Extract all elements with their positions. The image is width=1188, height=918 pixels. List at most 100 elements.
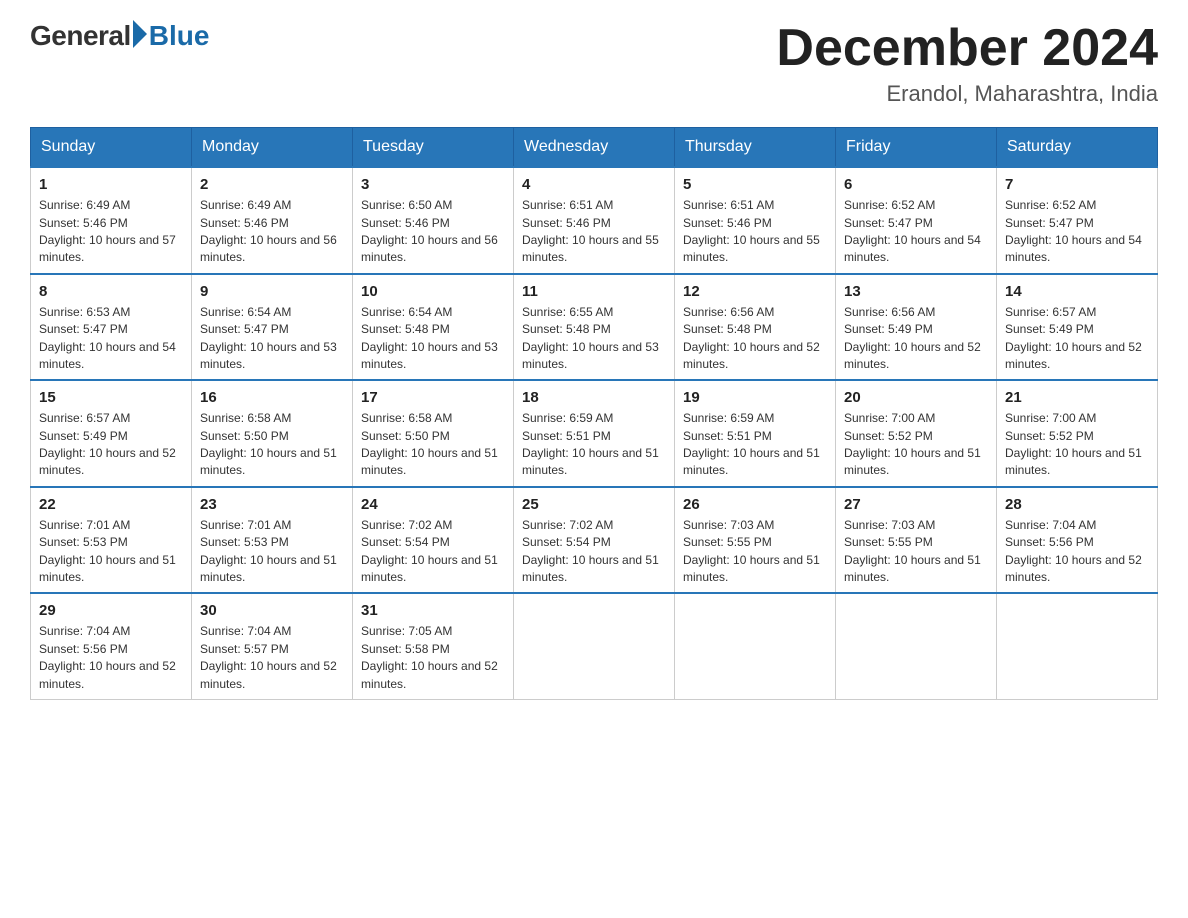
day-info: Sunrise: 6:49 AMSunset: 5:46 PMDaylight:… <box>39 197 183 267</box>
calendar-cell <box>997 593 1158 699</box>
calendar-cell: 22 Sunrise: 7:01 AMSunset: 5:53 PMDaylig… <box>31 487 192 594</box>
day-number: 3 <box>361 174 505 195</box>
day-info: Sunrise: 7:04 AMSunset: 5:56 PMDaylight:… <box>1005 517 1149 587</box>
day-number: 17 <box>361 387 505 408</box>
day-info: Sunrise: 6:50 AMSunset: 5:46 PMDaylight:… <box>361 197 505 267</box>
calendar-cell: 6 Sunrise: 6:52 AMSunset: 5:47 PMDayligh… <box>836 167 997 274</box>
day-info: Sunrise: 7:04 AMSunset: 5:56 PMDaylight:… <box>39 623 183 693</box>
calendar-cell <box>836 593 997 699</box>
day-number: 14 <box>1005 281 1149 302</box>
calendar-cell: 19 Sunrise: 6:59 AMSunset: 5:51 PMDaylig… <box>675 380 836 487</box>
day-number: 9 <box>200 281 344 302</box>
day-info: Sunrise: 7:04 AMSunset: 5:57 PMDaylight:… <box>200 623 344 693</box>
calendar-cell: 11 Sunrise: 6:55 AMSunset: 5:48 PMDaylig… <box>514 274 675 381</box>
calendar-cell: 17 Sunrise: 6:58 AMSunset: 5:50 PMDaylig… <box>353 380 514 487</box>
week-row-3: 15 Sunrise: 6:57 AMSunset: 5:49 PMDaylig… <box>31 380 1158 487</box>
day-number: 2 <box>200 174 344 195</box>
day-info: Sunrise: 6:59 AMSunset: 5:51 PMDaylight:… <box>522 410 666 480</box>
day-info: Sunrise: 7:00 AMSunset: 5:52 PMDaylight:… <box>1005 410 1149 480</box>
day-number: 16 <box>200 387 344 408</box>
day-info: Sunrise: 6:51 AMSunset: 5:46 PMDaylight:… <box>683 197 827 267</box>
calendar-cell: 7 Sunrise: 6:52 AMSunset: 5:47 PMDayligh… <box>997 167 1158 274</box>
day-number: 27 <box>844 494 988 515</box>
logo-general-text: General <box>30 20 131 52</box>
calendar-cell <box>514 593 675 699</box>
day-info: Sunrise: 6:57 AMSunset: 5:49 PMDaylight:… <box>39 410 183 480</box>
day-number: 8 <box>39 281 183 302</box>
week-row-5: 29 Sunrise: 7:04 AMSunset: 5:56 PMDaylig… <box>31 593 1158 699</box>
calendar-cell: 21 Sunrise: 7:00 AMSunset: 5:52 PMDaylig… <box>997 380 1158 487</box>
day-info: Sunrise: 7:02 AMSunset: 5:54 PMDaylight:… <box>522 517 666 587</box>
calendar-cell: 10 Sunrise: 6:54 AMSunset: 5:48 PMDaylig… <box>353 274 514 381</box>
calendar-cell: 31 Sunrise: 7:05 AMSunset: 5:58 PMDaylig… <box>353 593 514 699</box>
day-number: 19 <box>683 387 827 408</box>
title-section: December 2024 Erandol, Maharashtra, Indi… <box>776 20 1158 107</box>
calendar-cell: 1 Sunrise: 6:49 AMSunset: 5:46 PMDayligh… <box>31 167 192 274</box>
day-number: 11 <box>522 281 666 302</box>
day-info: Sunrise: 6:58 AMSunset: 5:50 PMDaylight:… <box>200 410 344 480</box>
weekday-header-saturday: Saturday <box>997 128 1158 168</box>
calendar-cell: 23 Sunrise: 7:01 AMSunset: 5:53 PMDaylig… <box>192 487 353 594</box>
day-number: 24 <box>361 494 505 515</box>
day-info: Sunrise: 6:57 AMSunset: 5:49 PMDaylight:… <box>1005 304 1149 374</box>
day-number: 29 <box>39 600 183 621</box>
calendar-cell: 3 Sunrise: 6:50 AMSunset: 5:46 PMDayligh… <box>353 167 514 274</box>
calendar-cell: 28 Sunrise: 7:04 AMSunset: 5:56 PMDaylig… <box>997 487 1158 594</box>
calendar-cell: 18 Sunrise: 6:59 AMSunset: 5:51 PMDaylig… <box>514 380 675 487</box>
day-info: Sunrise: 7:03 AMSunset: 5:55 PMDaylight:… <box>683 517 827 587</box>
calendar-cell: 29 Sunrise: 7:04 AMSunset: 5:56 PMDaylig… <box>31 593 192 699</box>
location-subtitle: Erandol, Maharashtra, India <box>776 81 1158 107</box>
day-number: 7 <box>1005 174 1149 195</box>
calendar-cell: 15 Sunrise: 6:57 AMSunset: 5:49 PMDaylig… <box>31 380 192 487</box>
day-number: 10 <box>361 281 505 302</box>
day-info: Sunrise: 7:02 AMSunset: 5:54 PMDaylight:… <box>361 517 505 587</box>
day-number: 30 <box>200 600 344 621</box>
day-number: 4 <box>522 174 666 195</box>
day-info: Sunrise: 6:56 AMSunset: 5:48 PMDaylight:… <box>683 304 827 374</box>
logo-arrow-icon <box>133 20 147 48</box>
day-info: Sunrise: 6:54 AMSunset: 5:48 PMDaylight:… <box>361 304 505 374</box>
logo-blue-text: Blue <box>149 20 210 52</box>
day-number: 13 <box>844 281 988 302</box>
day-info: Sunrise: 7:03 AMSunset: 5:55 PMDaylight:… <box>844 517 988 587</box>
weekday-header-monday: Monday <box>192 128 353 168</box>
day-info: Sunrise: 7:01 AMSunset: 5:53 PMDaylight:… <box>39 517 183 587</box>
week-row-2: 8 Sunrise: 6:53 AMSunset: 5:47 PMDayligh… <box>31 274 1158 381</box>
calendar-cell: 25 Sunrise: 7:02 AMSunset: 5:54 PMDaylig… <box>514 487 675 594</box>
day-info: Sunrise: 6:49 AMSunset: 5:46 PMDaylight:… <box>200 197 344 267</box>
calendar-cell: 14 Sunrise: 6:57 AMSunset: 5:49 PMDaylig… <box>997 274 1158 381</box>
day-info: Sunrise: 6:55 AMSunset: 5:48 PMDaylight:… <box>522 304 666 374</box>
day-info: Sunrise: 6:54 AMSunset: 5:47 PMDaylight:… <box>200 304 344 374</box>
calendar-table: SundayMondayTuesdayWednesdayThursdayFrid… <box>30 127 1158 700</box>
week-row-4: 22 Sunrise: 7:01 AMSunset: 5:53 PMDaylig… <box>31 487 1158 594</box>
day-number: 22 <box>39 494 183 515</box>
day-info: Sunrise: 6:52 AMSunset: 5:47 PMDaylight:… <box>1005 197 1149 267</box>
weekday-header-sunday: Sunday <box>31 128 192 168</box>
month-title: December 2024 <box>776 20 1158 77</box>
day-info: Sunrise: 7:01 AMSunset: 5:53 PMDaylight:… <box>200 517 344 587</box>
day-number: 26 <box>683 494 827 515</box>
page-header: General Blue December 2024 Erandol, Maha… <box>30 20 1158 107</box>
weekday-header-thursday: Thursday <box>675 128 836 168</box>
calendar-cell: 30 Sunrise: 7:04 AMSunset: 5:57 PMDaylig… <box>192 593 353 699</box>
weekday-header-friday: Friday <box>836 128 997 168</box>
day-info: Sunrise: 6:59 AMSunset: 5:51 PMDaylight:… <box>683 410 827 480</box>
day-number: 18 <box>522 387 666 408</box>
logo: General Blue <box>30 20 209 52</box>
day-number: 5 <box>683 174 827 195</box>
calendar-cell: 24 Sunrise: 7:02 AMSunset: 5:54 PMDaylig… <box>353 487 514 594</box>
calendar-cell: 12 Sunrise: 6:56 AMSunset: 5:48 PMDaylig… <box>675 274 836 381</box>
day-info: Sunrise: 6:56 AMSunset: 5:49 PMDaylight:… <box>844 304 988 374</box>
day-number: 6 <box>844 174 988 195</box>
calendar-cell: 9 Sunrise: 6:54 AMSunset: 5:47 PMDayligh… <box>192 274 353 381</box>
day-number: 21 <box>1005 387 1149 408</box>
calendar-cell: 8 Sunrise: 6:53 AMSunset: 5:47 PMDayligh… <box>31 274 192 381</box>
weekday-header-wednesday: Wednesday <box>514 128 675 168</box>
calendar-cell: 4 Sunrise: 6:51 AMSunset: 5:46 PMDayligh… <box>514 167 675 274</box>
calendar-cell: 20 Sunrise: 7:00 AMSunset: 5:52 PMDaylig… <box>836 380 997 487</box>
day-info: Sunrise: 6:53 AMSunset: 5:47 PMDaylight:… <box>39 304 183 374</box>
calendar-cell: 13 Sunrise: 6:56 AMSunset: 5:49 PMDaylig… <box>836 274 997 381</box>
week-row-1: 1 Sunrise: 6:49 AMSunset: 5:46 PMDayligh… <box>31 167 1158 274</box>
calendar-cell: 16 Sunrise: 6:58 AMSunset: 5:50 PMDaylig… <box>192 380 353 487</box>
calendar-cell: 26 Sunrise: 7:03 AMSunset: 5:55 PMDaylig… <box>675 487 836 594</box>
